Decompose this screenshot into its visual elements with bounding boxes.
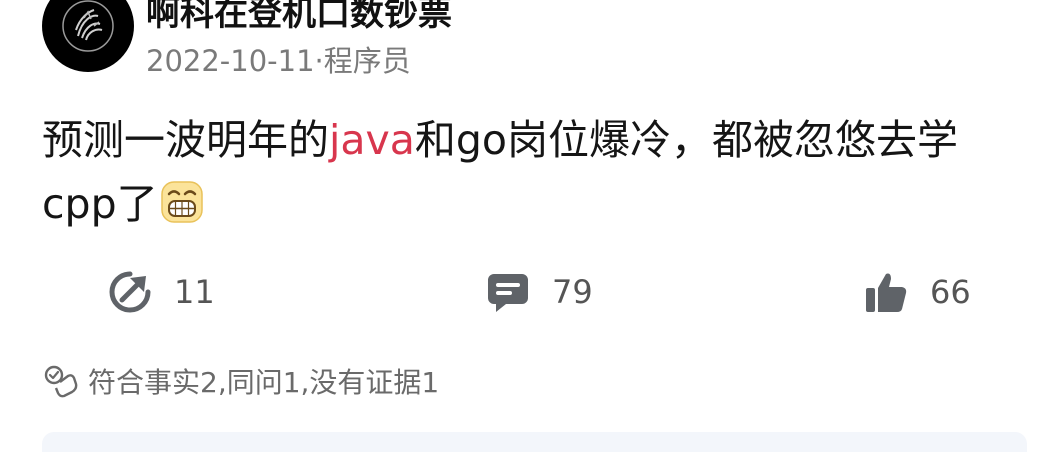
user-role: 程序员 bbox=[323, 44, 411, 78]
post-text-after: 和go岗位爆冷，都被忽悠去学 bbox=[414, 116, 959, 164]
username[interactable]: 啊科在登机口数钞票 bbox=[146, 0, 452, 35]
share-icon bbox=[109, 271, 151, 313]
avatar-sketch-icon bbox=[62, 0, 114, 52]
post-line-1: 预测一波明年的java和go岗位爆冷，都被忽悠去学 bbox=[42, 108, 1032, 172]
post-content: 预测一波明年的java和go岗位爆冷，都被忽悠去学 cpp了 bbox=[42, 108, 1032, 236]
post-card: 啊科在登机口数钞票 2022-10-11·程序员 预测一波明年的java和go岗… bbox=[0, 0, 1063, 452]
post-text-before: 预测一波明年的 bbox=[42, 116, 329, 164]
evaluation-summary[interactable]: 符合事实2,同问1,没有证据1 bbox=[42, 361, 439, 401]
like-count: 66 bbox=[930, 273, 971, 311]
reply-card[interactable] bbox=[42, 432, 1027, 452]
thumbs-up-icon bbox=[866, 273, 907, 312]
comment-count: 79 bbox=[552, 273, 593, 311]
comment-icon bbox=[488, 274, 528, 312]
post-text-line2: cpp了 bbox=[42, 180, 158, 228]
post-meta: 2022-10-11·程序员 bbox=[146, 38, 411, 80]
avatar[interactable] bbox=[42, 0, 134, 72]
evaluation-text: 符合事实2,同问1,没有证据1 bbox=[88, 366, 440, 399]
post-date: 2022-10-11 bbox=[146, 44, 315, 78]
meta-separator: · bbox=[314, 44, 324, 78]
share-count: 11 bbox=[174, 273, 215, 311]
post-line-2: cpp了 bbox=[42, 172, 1032, 236]
like-button[interactable]: 66 bbox=[864, 268, 971, 316]
evaluation-icon bbox=[44, 365, 78, 398]
share-button[interactable]: 11 bbox=[108, 268, 215, 316]
grinning-emoji-icon bbox=[160, 181, 203, 223]
post-keyword[interactable]: java bbox=[329, 116, 415, 164]
action-bar: 11 79 66 bbox=[0, 268, 1063, 316]
comment-button[interactable]: 79 bbox=[486, 268, 593, 316]
